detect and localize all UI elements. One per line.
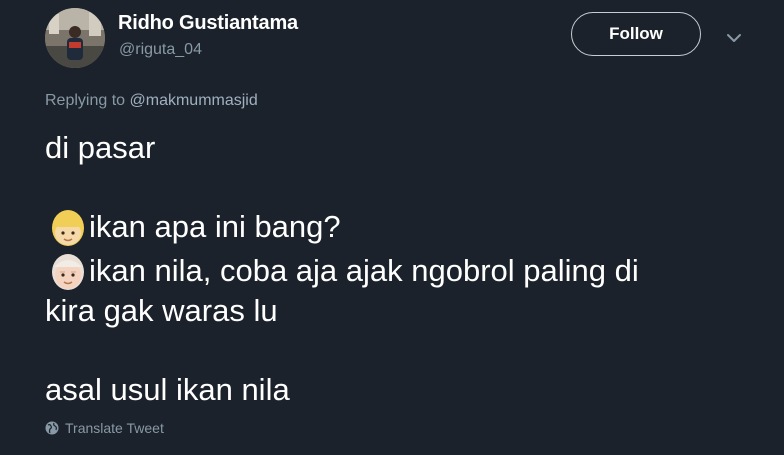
replying-to-label: Replying to	[45, 92, 130, 109]
translate-tweet-link[interactable]: Translate Tweet	[45, 420, 164, 436]
tweet-line-2-text: ikan apa ini bang?	[89, 209, 341, 244]
author-handle[interactable]: @riguta_04	[119, 41, 202, 59]
chevron-down-icon[interactable]	[724, 28, 744, 48]
reply-mention-link[interactable]: @makmummasjid	[130, 92, 258, 109]
tweet-line-3: ikan nila, coba aja ajak ngobrol paling …	[45, 251, 745, 291]
globe-icon	[45, 421, 59, 435]
follow-button[interactable]: Follow	[571, 12, 701, 56]
blond-person-emoji	[45, 207, 89, 247]
avatar[interactable]	[45, 8, 105, 68]
tweet-line-2: ikan apa ini bang?	[45, 207, 745, 247]
translate-tweet-label[interactable]: Translate Tweet	[65, 420, 164, 436]
older-person-emoji	[45, 251, 89, 291]
tweet-line-5: asal usul ikan nila	[45, 372, 290, 407]
author-display-name[interactable]: Ridho Gustiantama	[118, 12, 298, 35]
tweet-line-4: kira gak waras lu	[45, 293, 278, 328]
replying-to: Replying to @makmummasjid	[45, 92, 258, 110]
tweet-line-3-text: ikan nila, coba aja ajak ngobrol paling …	[89, 253, 639, 288]
tweet-line-1: di pasar	[45, 130, 156, 165]
